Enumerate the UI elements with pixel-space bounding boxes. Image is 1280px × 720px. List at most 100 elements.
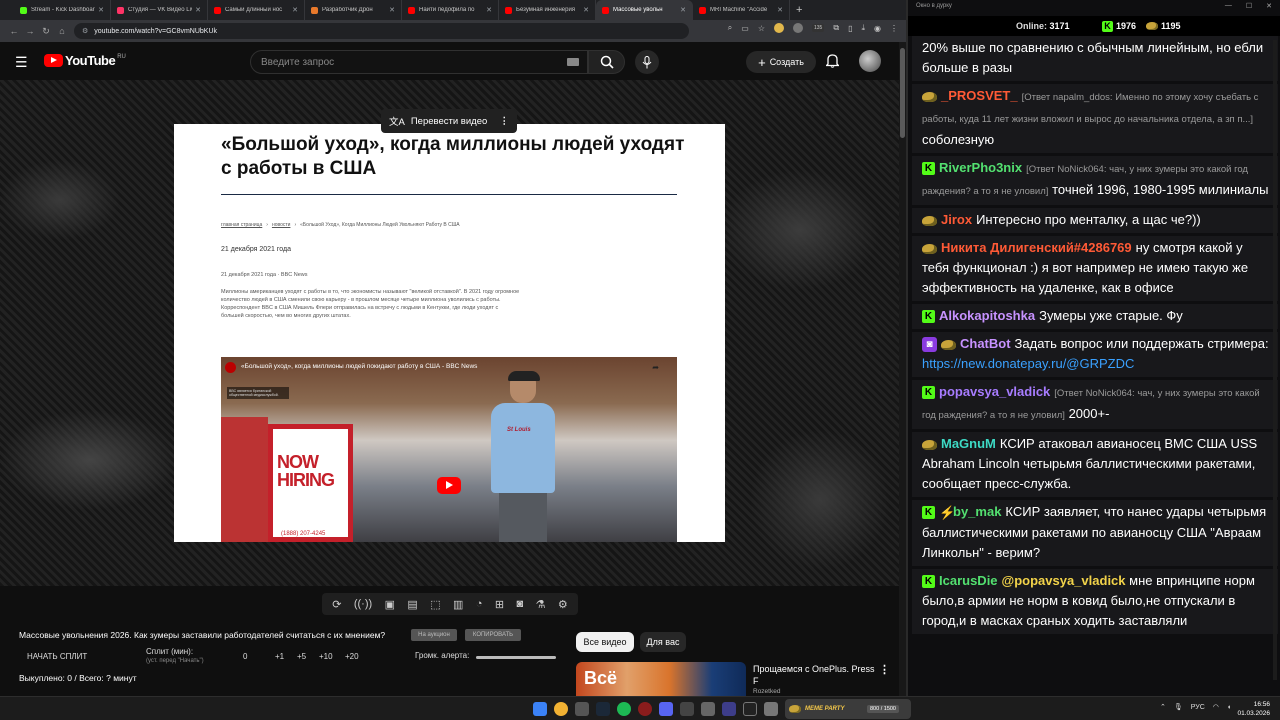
add-icon[interactable]: ⊞ <box>495 598 504 611</box>
spotify-icon[interactable] <box>617 702 631 716</box>
film-strip-icon[interactable]: ▥ <box>453 598 463 611</box>
chat-username[interactable]: RiverPho3nix <box>939 160 1022 175</box>
volume-icon[interactable]: ◖ <box>1227 704 1231 711</box>
hamburger-menu-icon[interactable]: ☰ <box>15 54 28 71</box>
screen-icon[interactable]: ▣ <box>385 598 395 611</box>
plus20-button[interactable]: +20 <box>345 652 359 661</box>
plus5-button[interactable]: +5 <box>297 652 306 661</box>
film-icon[interactable]: ▤ <box>407 598 417 611</box>
chat-username[interactable]: Никита Дилигенский#4286769 <box>941 240 1132 255</box>
chat-username[interactable]: MaGnuM <box>941 436 996 451</box>
recommended-thumbnail[interactable]: Всё <box>576 662 746 696</box>
menu-dots-icon[interactable]: ⋮ <box>890 24 898 33</box>
avatar[interactable] <box>859 50 881 72</box>
plus10-button[interactable]: +10 <box>319 652 333 661</box>
discord-icon[interactable] <box>659 702 673 716</box>
copy-button[interactable]: КОПИРОВАТЬ <box>465 629 521 641</box>
browser-tab[interactable]: Безумная инженерия ✕ <box>499 0 596 20</box>
settings-gear-icon[interactable]: ⚙ <box>558 598 568 611</box>
start-split-button[interactable]: НАЧАТЬ СПЛИТ <box>27 652 87 661</box>
chip-for-you[interactable]: Для вас <box>640 632 686 652</box>
bookmark-star-icon[interactable]: ☆ <box>758 24 765 33</box>
reload-icon[interactable]: ↻ <box>38 26 54 37</box>
browser-tab[interactable]: MRI Machine "Accide ✕ <box>693 0 790 20</box>
tab-close-icon[interactable]: ✕ <box>292 6 298 14</box>
close-icon[interactable]: ✕ <box>1266 2 1272 10</box>
app-icon[interactable] <box>638 702 652 716</box>
tab-close-icon[interactable]: ✕ <box>98 6 104 14</box>
recommended-more-icon[interactable]: ⋮ <box>879 663 890 676</box>
page-scrollbar[interactable] <box>899 42 906 696</box>
notifications-button[interactable] <box>824 53 841 73</box>
chat-username[interactable]: _PROSVET_ <box>941 88 1018 103</box>
sidepanel-icon[interactable]: ▯ <box>848 24 852 33</box>
chat-username[interactable]: Alkokapitoshka <box>939 308 1035 323</box>
chat-username[interactable]: popavsya_vladick <box>939 384 1050 399</box>
loop-icon[interactable]: ⟳ <box>332 598 341 611</box>
chat-link[interactable]: https://new.donatepay.ru/@GRPZDC <box>922 356 1134 371</box>
chat-username[interactable]: IcarusDie <box>939 573 998 588</box>
tab-close-icon[interactable]: ✕ <box>777 6 783 14</box>
split-value[interactable]: 0 <box>243 652 247 661</box>
recommended-title[interactable]: Прощаемся с OnePlus. Press F <box>753 663 877 687</box>
chat-username[interactable]: Jirox <box>941 212 972 227</box>
app-icon[interactable] <box>764 702 778 716</box>
app-icon[interactable] <box>722 702 736 716</box>
video-player[interactable]: «Большой уход», когда миллионы людей ухо… <box>0 80 900 586</box>
tab-close-icon[interactable]: ✕ <box>195 6 201 14</box>
create-button[interactable]: + Создать <box>746 51 816 73</box>
clock[interactable]: 16:56 01.03.2026 <box>1237 700 1270 718</box>
translate-video-button[interactable]: 文A Перевести видео ⋮ <box>381 109 517 133</box>
browser-tab[interactable]: Самый длинный нос ✕ <box>208 0 305 20</box>
chat-username[interactable]: by_mak <box>953 504 1001 519</box>
maximize-icon[interactable]: ☐ <box>1246 2 1252 10</box>
camera-icon[interactable]: ◙ <box>517 598 524 610</box>
tab-close-icon[interactable]: ✕ <box>583 6 589 14</box>
url-input[interactable]: ⚙ youtube.com/watch?v=GC8vmNUbKUk <box>74 23 689 39</box>
extension-icon[interactable] <box>793 23 803 33</box>
broadcast-icon[interactable]: ((·)) <box>354 598 372 610</box>
notification-count[interactable]: 135 <box>812 24 825 32</box>
chat-scrollbar[interactable] <box>1273 40 1277 680</box>
start-icon[interactable] <box>533 702 547 716</box>
home-icon[interactable]: ⌂ <box>54 26 70 36</box>
recommended-channel[interactable]: Rozetked <box>753 688 780 695</box>
crop-icon[interactable]: ⬚ <box>430 598 440 611</box>
browser-tab[interactable]: Массовые увольн ✕ <box>596 0 693 20</box>
chat-mention[interactable]: @popavsya_vladick <box>1002 573 1126 588</box>
auction-button[interactable]: На аукцион <box>411 629 457 641</box>
voice-search-button[interactable] <box>635 50 659 74</box>
tab-close-icon[interactable]: ✕ <box>680 6 686 14</box>
chrome-icon[interactable] <box>554 702 568 716</box>
meme-party-widget[interactable]: MEME PARTY 800 / 1500 <box>785 699 911 719</box>
back-icon[interactable]: ← <box>6 26 22 36</box>
explorer-icon[interactable] <box>575 702 589 716</box>
browser-tab[interactable]: Stream - Kick Dashboard ✕ <box>14 0 111 20</box>
minimize-icon[interactable]: — <box>1225 2 1232 10</box>
search-button[interactable] <box>588 50 625 74</box>
extensions-puzzle-icon[interactable]: ⧉ <box>833 23 839 33</box>
tab-close-icon[interactable]: ✕ <box>389 6 395 14</box>
flask-icon[interactable]: ⚗ <box>536 598 546 611</box>
more-options-icon[interactable]: ⋮ <box>500 116 510 127</box>
zoom-icon[interactable]: ⌕ <box>728 23 732 33</box>
forward-icon[interactable]: → <box>22 26 38 36</box>
chip-all-videos[interactable]: Все видео <box>576 632 634 652</box>
browser-tab[interactable]: Найти педофила по ✕ <box>402 0 499 20</box>
obs-icon[interactable] <box>743 702 757 716</box>
wifi-icon[interactable]: ◠ <box>1213 703 1219 711</box>
search-input[interactable]: Введите запрос <box>250 50 588 74</box>
browser-tab[interactable]: Студия — VK Видео Live ✕ <box>111 0 208 20</box>
chevron-up-icon[interactable]: ⌃ <box>1160 703 1166 711</box>
new-tab-icon[interactable]: + <box>796 4 802 16</box>
speed-icon[interactable]: ◔ <box>476 598 483 610</box>
download-icon[interactable]: ⤓ <box>861 23 865 33</box>
alert-volume-slider[interactable] <box>476 656 556 659</box>
cast-icon[interactable]: ▭ <box>741 24 749 33</box>
tab-close-icon[interactable]: ✕ <box>486 6 492 14</box>
site-info-icon[interactable]: ⚙ <box>82 27 88 35</box>
app-icon[interactable] <box>680 702 694 716</box>
profile-icon[interactable]: ◉ <box>874 24 881 33</box>
plus1-button[interactable]: +1 <box>275 652 284 661</box>
steam-icon[interactable] <box>596 702 610 716</box>
